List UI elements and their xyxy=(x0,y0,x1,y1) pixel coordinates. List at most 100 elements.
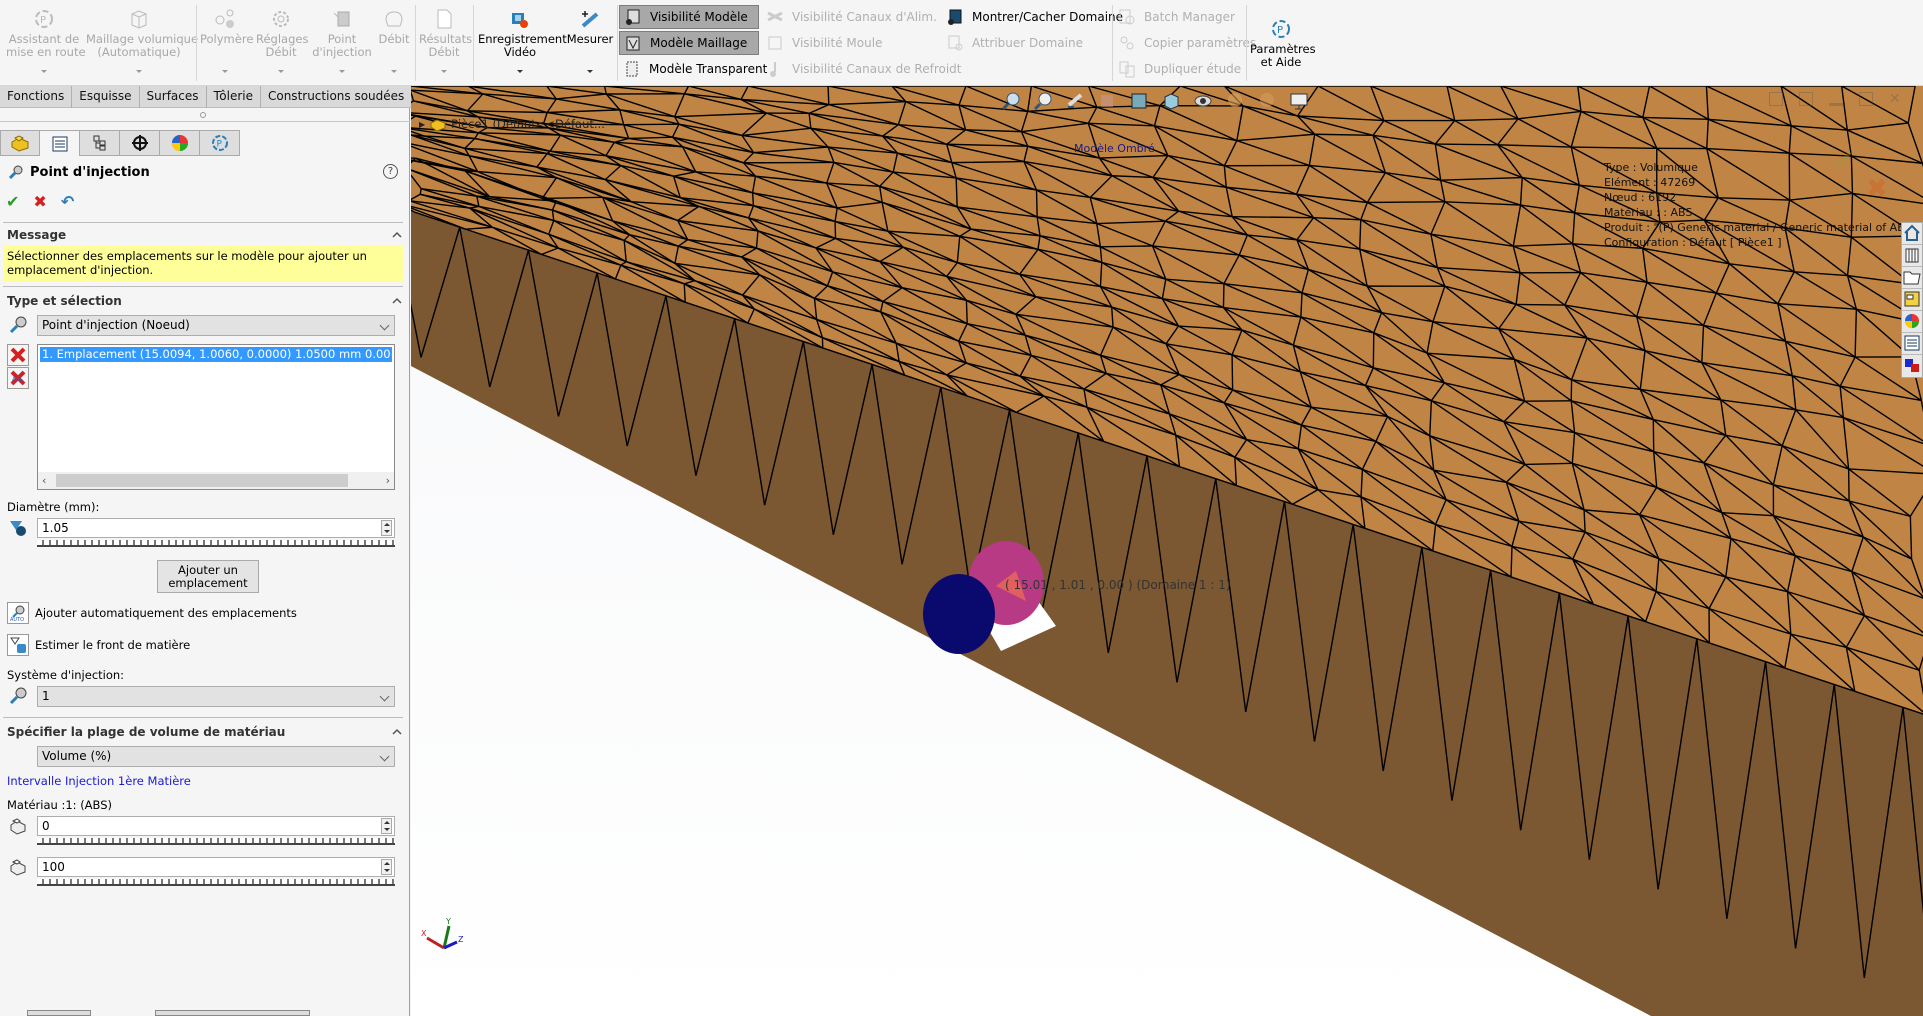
volume-end-slider[interactable] xyxy=(37,879,395,886)
tab-surfaces[interactable]: Surfaces xyxy=(140,86,207,108)
locations-list[interactable]: 1. Emplacement (15.0094, 1.0060, 0.0000)… xyxy=(37,344,395,490)
apply-scene-icon[interactable] xyxy=(1257,91,1277,111)
add-location-button[interactable]: Ajouter un emplacement xyxy=(157,560,259,593)
auto-add-icon[interactable]: AUTO xyxy=(7,602,29,624)
minimize-icon[interactable] xyxy=(1829,92,1843,106)
hide-show-items-icon[interactable] xyxy=(1193,91,1213,111)
diameter-slider[interactable] xyxy=(37,540,395,547)
volume-mode-select[interactable]: Volume (%) xyxy=(37,746,395,767)
plastics-data-icon[interactable] xyxy=(1902,355,1922,377)
measure-button[interactable]: Mesurer xyxy=(566,8,614,73)
panel-splitter[interactable] xyxy=(0,108,410,122)
flow-settings-button[interactable]: Réglages Débit xyxy=(256,8,308,73)
message-section-title: Message xyxy=(7,228,67,242)
display-style-icon[interactable] xyxy=(1161,91,1181,111)
design-library-icon[interactable] xyxy=(1902,245,1922,267)
assign-domain-button[interactable]: Attribuer Domaine xyxy=(942,31,1089,55)
show-hide-domain-button[interactable]: Montrer/Cacher Domaine xyxy=(942,5,1129,29)
delete-all-locations-button[interactable]: ALL xyxy=(7,367,29,389)
copy-parameters-button[interactable]: Copier paramètres xyxy=(1114,31,1262,55)
volume-end-icon xyxy=(10,859,26,876)
confirm-corner-ok-icon[interactable]: ✔ xyxy=(1833,146,1855,176)
previous-view-icon[interactable] xyxy=(1065,91,1085,111)
duplicate-study-button[interactable]: Dupliquer étude xyxy=(1114,57,1247,81)
confirm-corner-cancel-icon[interactable]: ✖ xyxy=(1866,174,1888,204)
message-box: Sélectionner des emplacements sur le mod… xyxy=(3,246,403,282)
edit-appearance-icon[interactable] xyxy=(1225,91,1245,111)
view-palette-icon[interactable] xyxy=(1902,289,1922,311)
scroll-thumb[interactable] xyxy=(56,474,348,487)
zoom-to-fit-icon[interactable] xyxy=(1001,91,1021,111)
video-record-button[interactable]: Enregistrement Vidéo xyxy=(478,8,567,73)
tab-configuration-manager[interactable] xyxy=(80,130,120,156)
diameter-spinner[interactable] xyxy=(381,520,392,536)
diameter-input[interactable]: 1.05 xyxy=(37,518,395,538)
split-left-icon[interactable] xyxy=(1769,92,1783,106)
restore-icon[interactable] xyxy=(1859,92,1873,106)
section-view-icon[interactable] xyxy=(1097,91,1117,111)
file-explorer-icon[interactable] xyxy=(1902,267,1922,289)
injection-point-button[interactable]: Point d'injection xyxy=(312,8,372,73)
scroll-left-icon[interactable]: ‹ xyxy=(42,474,46,487)
collapse-type-chevron-icon[interactable] xyxy=(391,295,403,307)
split-right-icon[interactable] xyxy=(1799,92,1813,106)
tab-feature-manager[interactable] xyxy=(0,130,40,156)
startup-wizard-button[interactable]: P Assistant de mise en route xyxy=(6,8,86,73)
tab-plastics-manager[interactable]: P xyxy=(200,130,240,156)
tab-property-manager[interactable] xyxy=(40,130,80,156)
undo-button[interactable]: ↶ xyxy=(61,192,74,211)
tab-dimxpert-manager[interactable] xyxy=(120,130,160,156)
custom-properties-icon[interactable] xyxy=(1902,333,1922,355)
tab-display-manager[interactable] xyxy=(160,130,200,156)
volume-mesh-button[interactable]: Maillage volumique (Automatique) xyxy=(86,8,198,73)
ok-button[interactable]: ✔ xyxy=(6,192,19,211)
scroll-right-icon[interactable]: › xyxy=(386,474,390,487)
settings-help-button[interactable]: P Paramètres et Aide xyxy=(1250,18,1316,69)
runner-visibility-button[interactable]: Visibilité Canaux d'Alim. xyxy=(762,5,943,29)
delete-location-button[interactable] xyxy=(7,344,29,366)
location-list-item[interactable]: 1. Emplacement (15.0094, 1.0060, 0.0000)… xyxy=(40,347,392,362)
mesh-model-toggle[interactable]: Modèle Maillage xyxy=(619,31,759,55)
tab-fonctions[interactable]: Fonctions xyxy=(0,86,73,108)
injection-system-select[interactable]: 1 xyxy=(37,686,395,707)
volume-start-spinner[interactable] xyxy=(381,818,392,834)
locations-horizontal-scrollbar[interactable]: ‹ › xyxy=(38,472,394,489)
volume-end-spinner[interactable] xyxy=(381,859,392,875)
flow-results-button[interactable]: Résultats Débit xyxy=(419,8,472,73)
collapse-volume-chevron-icon[interactable] xyxy=(391,726,403,738)
tab-tolerie[interactable]: Tôlerie xyxy=(207,86,261,108)
estimate-front-row[interactable]: Estimer le front de matière xyxy=(7,634,190,656)
estimate-front-icon[interactable] xyxy=(7,634,29,656)
model-tab[interactable] xyxy=(27,1010,91,1016)
flow-button[interactable]: Débit xyxy=(376,8,412,73)
view-orientation-icon[interactable] xyxy=(1129,91,1149,111)
view-settings-icon[interactable] xyxy=(1289,91,1309,111)
feature-tree-breadcrumb[interactable]: ▶ Pièce1 (Défaut<<Défaut... xyxy=(419,116,605,132)
injection-type-select[interactable]: Point d'injection (Noeud) xyxy=(37,315,395,336)
tab-constructions-soudees[interactable]: Constructions soudées xyxy=(261,86,413,108)
expand-arrow-icon[interactable]: ▶ xyxy=(419,120,425,129)
appearances-icon[interactable] xyxy=(1902,311,1922,333)
volume-end-input[interactable]: 100 xyxy=(37,857,395,877)
volume-start-slider[interactable] xyxy=(37,838,395,845)
batch-manager-button[interactable]: Batch Manager xyxy=(1114,5,1241,29)
solidworks-window: P Assistant de mise en route Maillage vo… xyxy=(0,0,1923,1016)
model-visibility-toggle[interactable]: Visibilité Modèle xyxy=(619,5,759,29)
volume-start-input[interactable]: 0 xyxy=(37,816,395,836)
polymer-button[interactable]: Polymère xyxy=(200,8,253,73)
transparent-model-toggle[interactable]: Modèle Transparent xyxy=(619,57,767,81)
cooling-visibility-button[interactable]: Visibilité Canaux de Refroidt xyxy=(762,57,968,81)
mesh-edge xyxy=(419,188,422,195)
close-icon[interactable]: ✕ xyxy=(1889,92,1903,106)
collapse-message-chevron-icon[interactable] xyxy=(391,229,403,241)
mesh-edge xyxy=(1516,303,1565,306)
mold-visibility-button[interactable]: Visibilité Moule xyxy=(762,31,888,55)
motion-study-tab[interactable] xyxy=(155,1010,310,1016)
help-button[interactable]: ? xyxy=(383,164,398,179)
graphics-area[interactable]: ▶ Pièce1 (Défaut<<Défaut... ✕ Modèle Omb… xyxy=(411,86,1923,1016)
cancel-button[interactable]: ✖ xyxy=(33,192,46,211)
solidworks-resources-icon[interactable] xyxy=(1902,223,1922,245)
auto-add-locations-row[interactable]: AUTO Ajouter automatiquement des emplace… xyxy=(7,602,297,624)
tab-esquisse[interactable]: Esquisse xyxy=(72,86,140,108)
zoom-to-area-icon[interactable] xyxy=(1033,91,1053,111)
